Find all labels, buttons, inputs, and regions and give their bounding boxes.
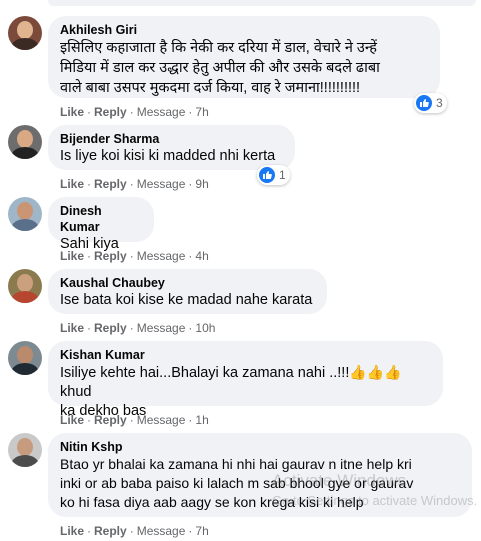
comment-bubble: Dinesh Kumar Sahi kiya <box>48 197 154 252</box>
reaction-number: 1 <box>279 168 286 182</box>
comment-bubble: Akhilesh Giri इसिलिए कहाजाता है कि नेकी … <box>48 16 440 98</box>
comment-bubble: Kaushal Chaubey Ise bata koi kise ke mad… <box>48 269 327 314</box>
like-button[interactable]: Like <box>60 177 84 191</box>
message-button[interactable]: Message <box>137 249 186 263</box>
timestamp[interactable]: 4h <box>195 249 208 263</box>
reaction-count[interactable]: 1 <box>257 165 290 185</box>
message-button[interactable]: Message <box>137 321 186 335</box>
comment-actions: Like · Reply · Message · 1h <box>60 413 209 427</box>
timestamp[interactable]: 10h <box>195 321 215 335</box>
comment-bubble: Bijender Sharma Is liye koi kisi ki madd… <box>48 125 295 170</box>
timestamp[interactable]: 7h <box>195 105 208 119</box>
timestamp[interactable]: 7h <box>195 524 208 538</box>
comment-author[interactable]: Nitin Kshp <box>60 439 460 455</box>
comment-actions: Like · Reply · Message · 4h <box>60 249 209 263</box>
avatar[interactable] <box>8 16 42 50</box>
comment-actions: Like · Reply · Message · 7h <box>60 105 209 119</box>
comment-actions: Like · Reply · Message · 7h <box>60 524 209 538</box>
comment-author[interactable]: Kishan Kumar <box>60 347 431 363</box>
comment-bubble: Kishan Kumar Isiliye kehte hai...Bhalayi… <box>48 341 443 419</box>
reply-button[interactable]: Reply <box>94 249 127 263</box>
comment-text: Is liye koi kisi ki madded nhi kerta <box>60 148 276 164</box>
message-button[interactable]: Message <box>137 105 186 119</box>
like-button[interactable]: Like <box>60 321 84 335</box>
reply-button[interactable]: Reply <box>94 524 127 538</box>
reaction-count[interactable]: 3 <box>414 93 447 113</box>
avatar[interactable] <box>8 125 42 159</box>
reply-button[interactable]: Reply <box>94 413 127 427</box>
reply-button[interactable]: Reply <box>94 321 127 335</box>
comment-text: Ise bata koi kise ke madad nahe karata <box>60 292 313 308</box>
comment-author[interactable]: Bijender Sharma <box>60 131 283 147</box>
like-button[interactable]: Like <box>60 524 84 538</box>
comment-actions: Like · Reply · Message · 9h <box>60 177 209 191</box>
message-button[interactable]: Message <box>137 177 186 191</box>
reply-button[interactable]: Reply <box>94 177 127 191</box>
timestamp[interactable]: 9h <box>195 177 208 191</box>
comment-actions: Like · Reply · Message · 10h <box>60 321 216 335</box>
avatar[interactable] <box>8 197 42 231</box>
reply-button[interactable]: Reply <box>94 105 127 119</box>
like-button[interactable]: Like <box>60 249 84 263</box>
avatar[interactable] <box>8 433 42 467</box>
previous-comment-bubble-edge <box>48 0 476 6</box>
like-reaction-icon <box>416 95 432 111</box>
avatar[interactable] <box>8 269 42 303</box>
like-reaction-icon <box>259 167 275 183</box>
comment-author[interactable]: Kaushal Chaubey <box>60 275 315 291</box>
timestamp[interactable]: 1h <box>195 413 208 427</box>
like-button[interactable]: Like <box>60 413 84 427</box>
comment-author[interactable]: Dinesh Kumar <box>60 203 142 235</box>
comment-bubble: Nitin Kshp Btao yr bhalai ka zamana hi n… <box>48 433 472 517</box>
message-button[interactable]: Message <box>137 413 186 427</box>
reaction-number: 3 <box>436 96 443 110</box>
message-button[interactable]: Message <box>137 524 186 538</box>
like-button[interactable]: Like <box>60 105 84 119</box>
avatar[interactable] <box>8 341 42 375</box>
comment-text: इसिलिए कहाजाता है कि नेकी कर दरिया में ड… <box>60 40 380 96</box>
thumbs-up-emoji-icon: 👍👍👍 <box>349 364 402 380</box>
comment-text: Btao yr bhalai ka zamana hi nhi hai gaur… <box>60 456 414 510</box>
comment-author[interactable]: Akhilesh Giri <box>60 22 428 38</box>
